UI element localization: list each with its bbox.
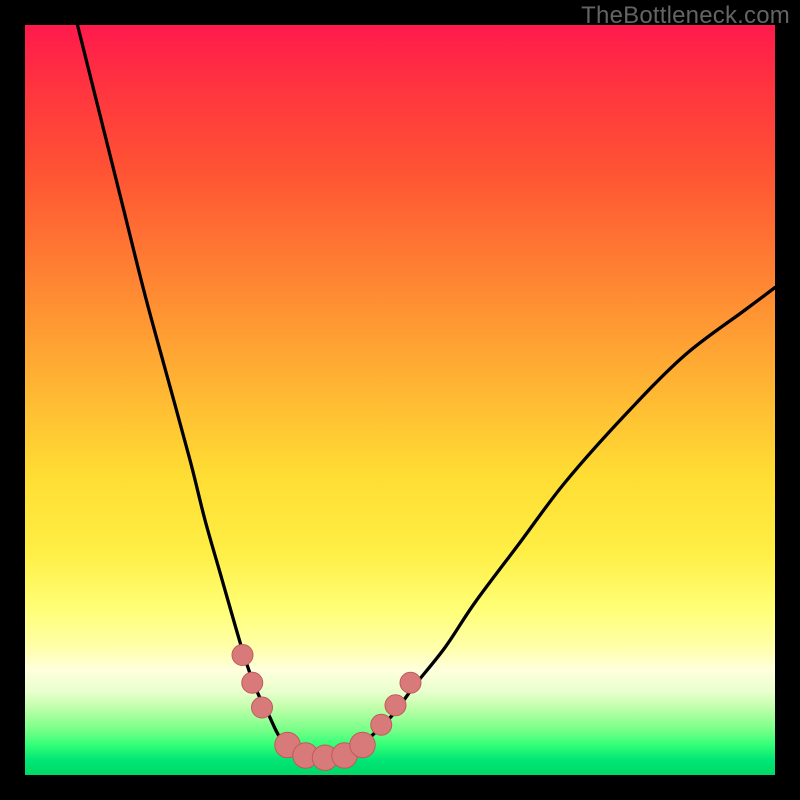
curve-layer xyxy=(78,25,776,761)
right-curve xyxy=(280,288,775,761)
chart-frame: TheBottleneck.com xyxy=(0,0,800,800)
marker-layer xyxy=(232,645,421,771)
left-curve xyxy=(78,25,371,761)
valley-marker-5 xyxy=(350,732,376,758)
left-marker-1 xyxy=(232,645,253,666)
right-marker-1 xyxy=(371,714,392,735)
chart-svg xyxy=(25,25,775,775)
left-marker-3 xyxy=(252,697,273,718)
watermark-text: TheBottleneck.com xyxy=(581,2,790,30)
chart-plot-area xyxy=(25,25,775,775)
left-marker-2 xyxy=(242,672,263,693)
right-marker-2 xyxy=(385,695,406,716)
right-marker-3 xyxy=(400,672,421,693)
